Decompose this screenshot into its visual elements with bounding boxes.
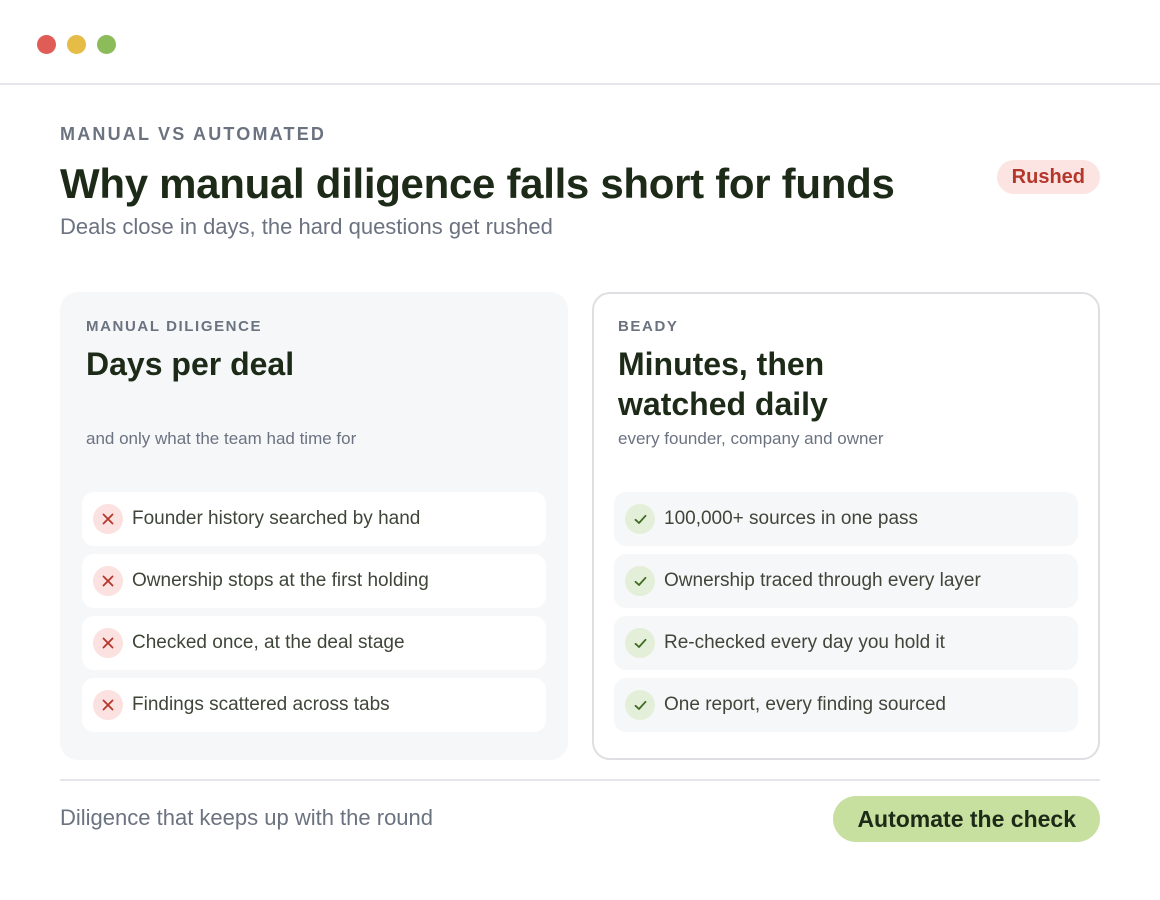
section-eyebrow: MANUAL VS AUTOMATED [60, 124, 327, 144]
automate-check-button[interactable]: Automate the check [833, 796, 1100, 842]
x-icon [93, 628, 123, 658]
list-item-label: Findings scattered across tabs [132, 694, 390, 715]
list-item: Founder history searched by hand [82, 492, 546, 546]
close-window-button[interactable] [37, 35, 56, 54]
card-subtitle: every founder, company and owner [618, 429, 884, 448]
minimize-window-button[interactable] [67, 35, 86, 54]
card-label: MANUAL DILIGENCE [86, 318, 263, 335]
list-item-label: One report, every finding sourced [664, 694, 946, 715]
card-subtitle: and only what the team had time for [86, 429, 357, 448]
list-item: One report, every finding sourced [614, 678, 1078, 732]
list-item-label: Founder history searched by hand [132, 508, 421, 529]
list-item-label: Checked once, at the deal stage [132, 632, 405, 653]
list-item-label: Ownership stops at the first holding [132, 570, 429, 591]
x-icon [93, 690, 123, 720]
list-item: Ownership traced through every layer [614, 554, 1078, 608]
list-item: Checked once, at the deal stage [82, 616, 546, 670]
list-item: Re-checked every day you hold it [614, 616, 1078, 670]
footer-divider [60, 779, 1100, 781]
list-item: Ownership stops at the first holding [82, 554, 546, 608]
check-icon [625, 690, 655, 720]
x-icon [93, 566, 123, 596]
list-item: 100,000+ sources in one pass [614, 492, 1078, 546]
page-title: Why manual diligence falls short for fun… [60, 160, 895, 207]
list-item: Findings scattered across tabs [82, 678, 546, 732]
card-title: Minutes, then watched daily [618, 346, 828, 422]
manual-diligence-card: MANUAL DILIGENCE Days per deal and only … [60, 292, 568, 760]
check-icon [625, 628, 655, 658]
list-item-label: Ownership traced through every layer [664, 570, 981, 591]
automated-item-list: 100,000+ sources in one pass Ownership t… [614, 492, 1078, 740]
check-icon [625, 566, 655, 596]
window-titlebar [0, 0, 1160, 85]
check-icon [625, 504, 655, 534]
list-item-label: 100,000+ sources in one pass [664, 508, 919, 529]
x-icon [93, 504, 123, 534]
footer-tagline: Diligence that keeps up with the round [60, 805, 434, 830]
manual-item-list: Founder history searched by hand Ownersh… [82, 492, 546, 740]
card-label: BEADY [618, 318, 679, 335]
beady-card: BEADY Minutes, then watched daily every … [592, 292, 1100, 760]
status-badge: Rushed [996, 160, 1100, 194]
maximize-window-button[interactable] [97, 35, 116, 54]
page-subtitle: Deals close in days, the hard questions … [60, 214, 553, 239]
card-title: Days per deal [86, 346, 295, 382]
list-item-label: Re-checked every day you hold it [664, 632, 945, 653]
